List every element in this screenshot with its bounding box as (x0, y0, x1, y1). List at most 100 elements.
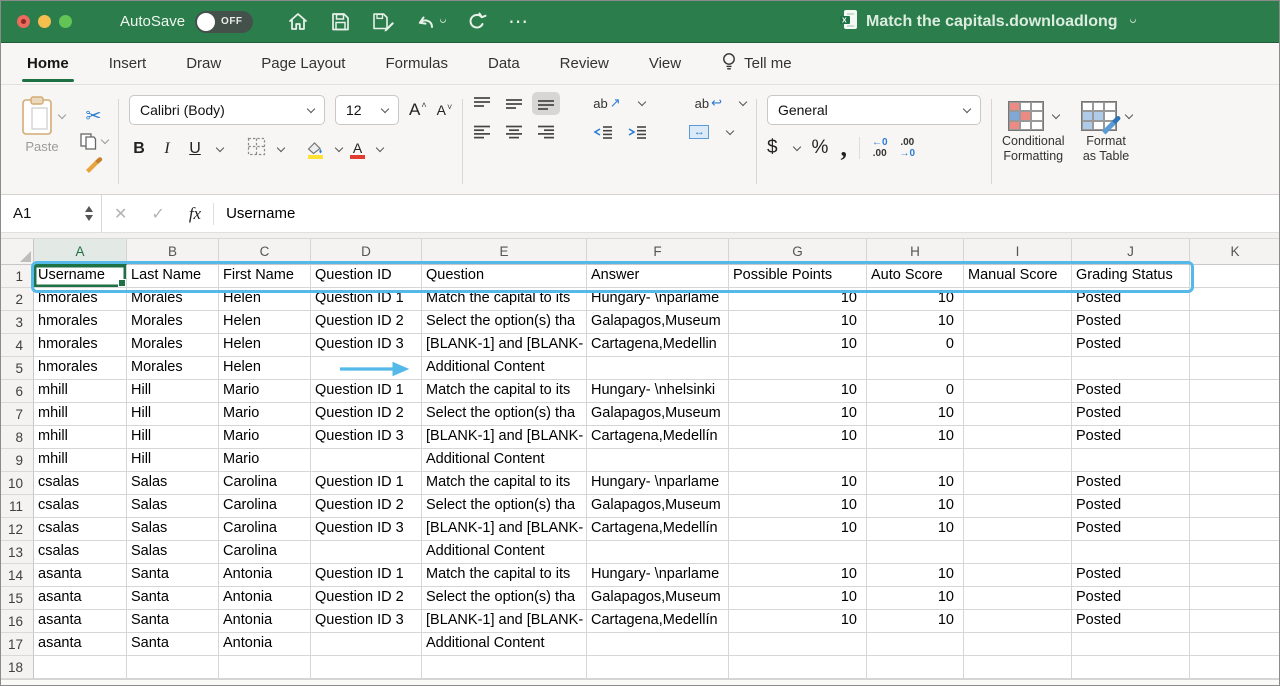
cell-C17[interactable]: Antonia (219, 633, 311, 656)
cell-G17[interactable] (729, 633, 867, 656)
cell-H9[interactable] (867, 449, 964, 472)
cell-H10[interactable]: 10 (867, 472, 964, 495)
cell-G7[interactable]: 10 (729, 403, 867, 426)
orientation-chevron-icon[interactable] (637, 97, 645, 105)
tab-review[interactable]: Review (558, 51, 611, 76)
row-header-6[interactable]: 6 (1, 380, 34, 403)
cell-K18[interactable] (1190, 656, 1279, 679)
undo-icon[interactable] (415, 11, 446, 32)
align-top-icon[interactable] (473, 96, 491, 111)
cell-J18[interactable] (1072, 656, 1190, 679)
cell-B10[interactable]: Salas (127, 472, 219, 495)
row-header-13[interactable]: 13 (1, 541, 34, 564)
cell-K5[interactable] (1190, 357, 1279, 380)
cell-A16[interactable]: asanta (34, 610, 127, 633)
cell-G15[interactable]: 10 (729, 587, 867, 610)
cell-E13[interactable]: Additional Content (422, 541, 587, 564)
align-right-icon[interactable] (537, 125, 555, 139)
cell-C11[interactable]: Carolina (219, 495, 311, 518)
align-center-icon[interactable] (505, 125, 523, 139)
cell-D3[interactable]: Question ID 2 (311, 311, 422, 334)
cell-A7[interactable]: mhill (34, 403, 127, 426)
cell-I10[interactable] (964, 472, 1072, 495)
cell-G6[interactable]: 10 (729, 380, 867, 403)
tab-formulas[interactable]: Formulas (383, 51, 450, 76)
cell-B2[interactable]: Morales (127, 288, 219, 311)
increase-indent-icon[interactable] (627, 125, 647, 139)
cell-B11[interactable]: Salas (127, 495, 219, 518)
save-as-icon[interactable] (371, 11, 395, 32)
cell-E7[interactable]: Select the option(s) tha (422, 403, 587, 426)
column-header-C[interactable]: C (219, 239, 311, 265)
row-header-15[interactable]: 15 (1, 587, 34, 610)
row-header-11[interactable]: 11 (1, 495, 34, 518)
cell-K15[interactable] (1190, 587, 1279, 610)
cell-H15[interactable]: 10 (867, 587, 964, 610)
cell-I13[interactable] (964, 541, 1072, 564)
borders-icon[interactable] (247, 137, 266, 161)
cell-H18[interactable] (867, 656, 964, 679)
cell-K12[interactable] (1190, 518, 1279, 541)
column-header-J[interactable]: J (1072, 239, 1190, 265)
cell-J3[interactable]: Posted (1072, 311, 1190, 334)
cell-G3[interactable]: 10 (729, 311, 867, 334)
cell-F10[interactable]: Hungary- \nparlame (587, 472, 729, 495)
cell-J6[interactable]: Posted (1072, 380, 1190, 403)
cell-C8[interactable]: Mario (219, 426, 311, 449)
cell-E10[interactable]: Match the capital to its (422, 472, 587, 495)
underline-chevron-icon[interactable] (216, 143, 224, 151)
cell-K14[interactable] (1190, 564, 1279, 587)
cell-I17[interactable] (964, 633, 1072, 656)
tab-draw[interactable]: Draw (184, 51, 223, 76)
cell-H7[interactable]: 10 (867, 403, 964, 426)
row-header-16[interactable]: 16 (1, 610, 34, 633)
column-header-I[interactable]: I (964, 239, 1072, 265)
cell-K7[interactable] (1190, 403, 1279, 426)
cell-J1[interactable]: Grading Status (1072, 265, 1190, 288)
italic-button[interactable]: I (157, 140, 177, 158)
cell-H12[interactable]: 10 (867, 518, 964, 541)
cell-A6[interactable]: mhill (34, 380, 127, 403)
enter-icon[interactable]: ✓ (139, 204, 176, 224)
cell-D18[interactable] (311, 656, 422, 679)
cell-G5[interactable] (729, 357, 867, 380)
cell-K1[interactable] (1190, 265, 1279, 288)
cell-K11[interactable] (1190, 495, 1279, 518)
cell-A10[interactable]: csalas (34, 472, 127, 495)
cell-E14[interactable]: Match the capital to its (422, 564, 587, 587)
cell-C5[interactable]: Helen (219, 357, 311, 380)
comma-button[interactable]: , (840, 141, 847, 155)
cell-D13[interactable] (311, 541, 422, 564)
cell-F8[interactable]: Cartagena,Medellín (587, 426, 729, 449)
font-name-select[interactable]: Calibri (Body) (129, 95, 325, 125)
cell-K3[interactable] (1190, 311, 1279, 334)
cell-E8[interactable]: [BLANK-1] and [BLANK- (422, 426, 587, 449)
cell-H2[interactable]: 10 (867, 288, 964, 311)
cell-G12[interactable]: 10 (729, 518, 867, 541)
font-color-icon[interactable]: A (350, 142, 365, 159)
cell-C13[interactable]: Carolina (219, 541, 311, 564)
cell-J17[interactable] (1072, 633, 1190, 656)
cell-E2[interactable]: Match the capital to its (422, 288, 587, 311)
row-header-2[interactable]: 2 (1, 288, 34, 311)
cell-B13[interactable]: Salas (127, 541, 219, 564)
formula-input[interactable]: Username (214, 205, 295, 222)
wrap-text-chevron-icon[interactable] (739, 97, 747, 105)
cell-A5[interactable]: hmorales (34, 357, 127, 380)
format-as-table-button[interactable]: Formatas Table (1081, 99, 1132, 190)
cell-F11[interactable]: Galapagos,Museum (587, 495, 729, 518)
cell-A17[interactable]: asanta (34, 633, 127, 656)
cell-B17[interactable]: Santa (127, 633, 219, 656)
cell-E11[interactable]: Select the option(s) tha (422, 495, 587, 518)
cell-B14[interactable]: Santa (127, 564, 219, 587)
cell-E3[interactable]: Select the option(s) tha (422, 311, 587, 334)
cell-F15[interactable]: Galapagos,Museum (587, 587, 729, 610)
cell-D16[interactable]: Question ID 3 (311, 610, 422, 633)
cell-I12[interactable] (964, 518, 1072, 541)
home-icon[interactable] (287, 11, 309, 32)
cell-B18[interactable] (127, 656, 219, 679)
row-header-18[interactable]: 18 (1, 656, 34, 679)
cell-C9[interactable]: Mario (219, 449, 311, 472)
cell-F6[interactable]: Hungary- \nhelsinki (587, 380, 729, 403)
cell-B12[interactable]: Salas (127, 518, 219, 541)
